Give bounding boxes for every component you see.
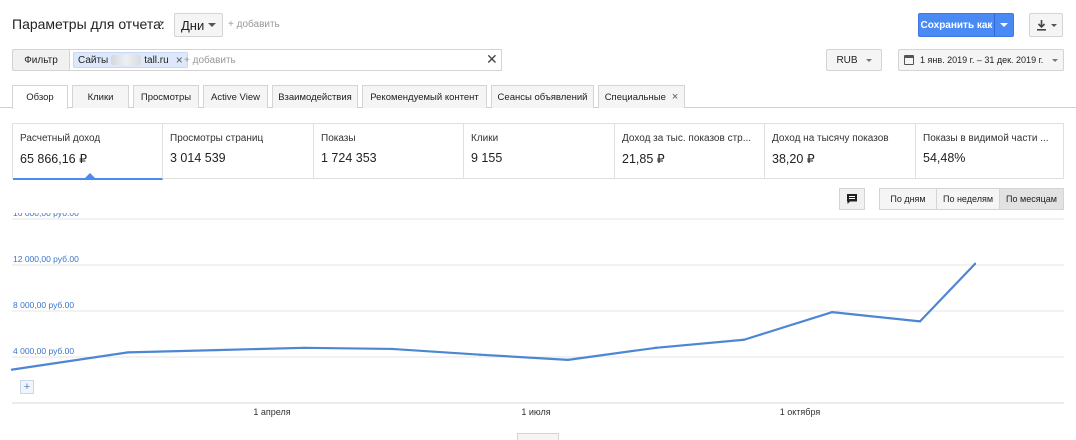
chart-drawer-handle[interactable] [517, 433, 559, 440]
data-point[interactable] [126, 351, 130, 354]
save-as-label: Сохранить как [919, 14, 995, 36]
tab-interactions[interactable]: Взаимодействия [272, 85, 358, 108]
chevron-right-icon: › [159, 15, 164, 30]
filter-button[interactable]: Фильтр [12, 49, 70, 71]
granularity-day-button[interactable]: По дням [879, 188, 937, 210]
series-line [11, 263, 976, 371]
metric-name: Клики [471, 133, 499, 144]
add-filter-link[interactable]: + добавить [184, 55, 236, 66]
granularity-month-button[interactable]: По месяцам [999, 188, 1064, 210]
tab-overview[interactable]: Обзор [12, 85, 68, 109]
calendar-icon [904, 55, 914, 65]
add-dimension-link[interactable]: + добавить [228, 19, 280, 30]
caret-down-icon [1052, 58, 1058, 62]
tab-custom[interactable]: Специальные × [598, 85, 685, 108]
x-tick-label: 1 октября [780, 407, 821, 417]
expand-chart-plus-icon[interactable]: + [20, 380, 34, 394]
metric-cards: Расчетный доход 65 866,16 ₽ Просмотры ст… [12, 123, 1064, 180]
y-tick-label: 8 000,00 руб.00 [13, 300, 74, 310]
y-tick-label: 4 000,00 руб.00 [13, 346, 74, 356]
currency-select[interactable]: RUB [826, 49, 882, 71]
close-icon[interactable]: × [672, 91, 678, 103]
metric-card-clicks[interactable]: Клики 9 155 [464, 124, 615, 179]
metric-name: Показы [321, 133, 356, 144]
metric-value: 54,48% [923, 151, 966, 165]
metric-card-viewability[interactable]: Показы в видимой части ... 54,48% [916, 124, 1063, 179]
metric-name: Доход на тысячу показов [772, 133, 889, 144]
data-point[interactable] [918, 320, 922, 323]
caret-down-icon [865, 58, 872, 62]
revenue-line-chart: 4 000,00 руб.00 8 000,00 руб.00 12 000,00 … [10, 213, 1064, 417]
y-tick-label: 12 000,00 руб.00 [13, 254, 79, 264]
dimension-select[interactable]: Дни [174, 13, 224, 37]
date-range-picker[interactable]: 1 янв. 2019 г. – 31 дек. 2019 г. [898, 49, 1064, 71]
y-tick-label: 16 000,00 руб.00 [13, 213, 79, 218]
data-point[interactable] [742, 338, 746, 341]
metric-value: 3 014 539 [170, 151, 226, 165]
metric-name: Просмотры страниц [170, 133, 264, 144]
metric-value: 38,20 ₽ [772, 152, 815, 166]
currency-value: RUB [836, 54, 858, 66]
caret-down-icon [1050, 23, 1057, 27]
metric-card-page-rpm[interactable]: Доход за тыс. показов стр... 21,85 ₽ [615, 124, 765, 179]
caret-down-icon [1000, 23, 1008, 27]
data-point[interactable] [10, 368, 14, 371]
metric-name: Доход за тыс. показов стр... [622, 133, 752, 144]
metric-card-revenue[interactable]: Расчетный доход 65 866,16 ₽ [13, 124, 163, 180]
filter-input[interactable]: Сайты tall.ru × + добавить ✕ [69, 49, 502, 71]
save-as-button[interactable]: Сохранить как [918, 13, 1014, 37]
tab-clicks[interactable]: Клики [72, 85, 129, 108]
redacted-text [111, 55, 142, 65]
filter-chip-sites[interactable]: Сайты tall.ru × [73, 52, 188, 68]
data-point[interactable] [214, 348, 218, 352]
caret-down-icon [208, 23, 217, 27]
data-point[interactable] [830, 310, 834, 314]
metric-value: 65 866,16 ₽ [20, 152, 88, 166]
close-icon[interactable]: × [176, 53, 183, 67]
annotations-button[interactable] [839, 188, 865, 210]
metric-card-impression-rpm[interactable]: Доход на тысячу показов 38,20 ₽ [765, 124, 916, 179]
comment-icon [847, 194, 857, 204]
metric-name: Показы в видимой части ... [923, 133, 1049, 144]
data-point[interactable] [390, 347, 394, 351]
download-icon [1036, 19, 1046, 31]
download-button[interactable] [1029, 13, 1063, 37]
metric-value: 9 155 [471, 151, 503, 165]
chip-suffix: tall.ru [144, 54, 169, 66]
dimension-select-value: Дни [181, 17, 205, 33]
data-point[interactable] [973, 262, 977, 266]
clear-filter-icon[interactable]: ✕ [486, 51, 498, 68]
metric-value: 21,85 ₽ [622, 152, 665, 166]
x-tick-label: 1 июля [521, 407, 550, 417]
date-range-value: 1 янв. 2019 г. – 31 дек. 2019 г. [920, 55, 1044, 65]
metric-card-pageviews[interactable]: Просмотры страниц 3 014 539 [163, 124, 314, 179]
report-tabs: Обзор Клики Просмотры Active View Взаимо… [0, 84, 1076, 109]
chip-prefix: Сайты [78, 54, 109, 66]
tab-active-view[interactable]: Active View [203, 85, 268, 108]
metric-card-impressions[interactable]: Показы 1 724 353 [314, 124, 464, 179]
save-options-dropdown[interactable] [995, 14, 1013, 36]
metric-value: 1 724 353 [321, 151, 377, 165]
tab-ad-sessions[interactable]: Сеансы объявлений [491, 85, 594, 108]
x-tick-label: 1 апреля [253, 407, 290, 417]
data-point[interactable] [478, 353, 482, 356]
granularity-week-button[interactable]: По неделям [936, 188, 1000, 210]
data-point[interactable] [654, 346, 658, 349]
tab-recommended-content[interactable]: Рекомендуемый контент [362, 85, 487, 108]
report-params-title: Параметры для отчета: [12, 16, 165, 32]
metric-name: Расчетный доход [20, 133, 101, 144]
data-point[interactable] [302, 346, 306, 349]
tab-views[interactable]: Просмотры [133, 85, 199, 108]
data-point[interactable] [566, 358, 570, 362]
active-pointer [85, 173, 95, 178]
